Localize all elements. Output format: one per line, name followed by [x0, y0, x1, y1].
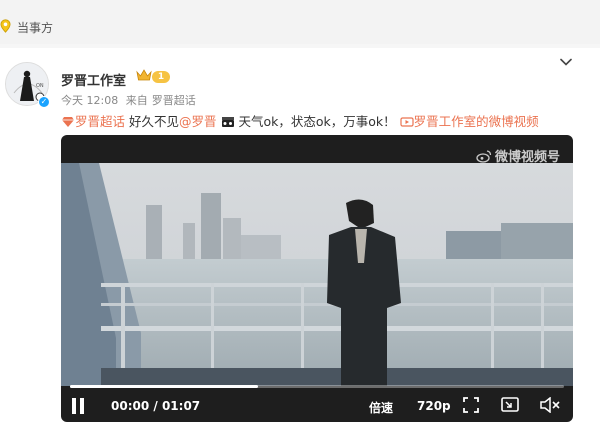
post-greeting: 好久不见 — [125, 114, 179, 129]
video-link[interactable]: 罗晋工作室的微博视频 — [414, 114, 539, 129]
post-source[interactable]: 罗晋超话 — [152, 94, 196, 107]
post-text: 罗晋超话 好久不见@罗晋 天气ok，状态ok，万事ok！ 罗晋工作室的微博视频 — [61, 111, 539, 130]
svg-text:ON: ON — [36, 83, 44, 89]
video-time: 00:00 / 01:07 — [111, 399, 201, 413]
username[interactable]: 罗晋工作室 — [61, 70, 126, 89]
location-pin-icon — [0, 19, 11, 33]
supertopic-diamond-icon — [62, 117, 74, 127]
topic-bar: 当事方 — [0, 0, 600, 44]
post-time[interactable]: 今天 12:08 — [61, 94, 118, 107]
speed-button[interactable]: 倍速 — [369, 399, 393, 416]
video-controls: 00:00 / 01:07 倍速 720p — [61, 391, 573, 422]
quality-button[interactable]: 720p — [417, 399, 451, 413]
vip-level-badge: 1 — [152, 71, 170, 83]
fullscreen-icon[interactable] — [463, 397, 479, 413]
mention-link[interactable]: @罗晋 — [179, 114, 217, 129]
pause-icon[interactable] — [70, 397, 86, 415]
chevron-down-icon[interactable] — [560, 58, 572, 66]
verified-badge-icon: ✓ — [38, 96, 50, 108]
video-progress-fill — [70, 385, 258, 388]
post-meta: 今天 12:08 来自 罗晋超话 — [61, 92, 200, 108]
picture-in-picture-icon[interactable] — [501, 397, 519, 413]
current-time: 00:00 — [111, 399, 150, 413]
clapperboard-emoji-icon — [221, 117, 234, 127]
mute-icon[interactable] — [540, 397, 560, 413]
duration: 01:07 — [161, 399, 201, 413]
watermark-label: 微博视频号 — [494, 150, 560, 165]
supertopic-link[interactable]: 罗晋超话 — [75, 114, 125, 129]
video-link-icon — [400, 117, 414, 127]
weibo-logo-icon — [476, 150, 492, 163]
topic-label[interactable]: 当事方 — [17, 19, 53, 36]
source-prefix: 来自 — [125, 94, 148, 107]
post-body: 天气ok，状态ok，万事ok！ — [234, 114, 396, 129]
video-progress-bar[interactable] — [70, 385, 564, 388]
crown-icon — [136, 69, 152, 81]
video-player[interactable]: 微博视频号 00:00 / 01:07 倍速 720p — [61, 135, 573, 422]
video-frame — [61, 163, 573, 386]
video-watermark: 微博视频号 — [476, 146, 560, 165]
